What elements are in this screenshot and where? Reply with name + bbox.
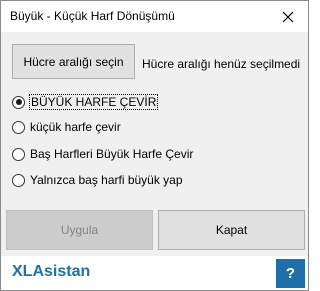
window-close-button[interactable] [268, 1, 308, 32]
option-uppercase-label: BÜYÜK HARFE ÇEVİR [28, 94, 159, 110]
range-status-text: Hücre aralığı henüz seçilmedi [142, 57, 301, 71]
radio-uppercase[interactable] [12, 95, 25, 109]
radio-title-case[interactable] [12, 147, 25, 161]
help-button[interactable]: ? [276, 259, 305, 288]
close-icon [282, 11, 294, 22]
radio-lowercase[interactable] [12, 120, 25, 134]
option-lowercase[interactable]: küçük harfe çevir [12, 120, 121, 134]
window-title: Büyük - Küçük Harf Dönüşümü [10, 9, 175, 23]
option-uppercase[interactable]: BÜYÜK HARFE ÇEVİR [12, 94, 159, 110]
option-sentence-case-label: Yalnızca baş harfi büyük yap [30, 173, 183, 187]
select-range-button[interactable]: Hücre aralığı seçin [12, 44, 135, 79]
apply-button[interactable]: Uygula [6, 210, 153, 250]
radio-sentence-case[interactable] [12, 173, 25, 187]
option-title-case[interactable]: Baş Harfleri Büyük Harfe Çevir [12, 147, 193, 161]
option-title-case-label: Baş Harfleri Büyük Harfe Çevir [30, 147, 194, 161]
help-icon: ? [285, 265, 296, 282]
brand-logo-text: XLAsistan [12, 263, 91, 280]
dialog-window: Büyük - Küçük Harf Dönüşümü Hücre aralığ… [0, 0, 309, 291]
footer-bar: XLAsistan ? [1, 256, 308, 290]
option-sentence-case[interactable]: Yalnızca baş harfi büyük yap [12, 173, 183, 187]
close-button[interactable]: Kapat [158, 210, 305, 250]
title-bar: Büyük - Küçük Harf Dönüşümü [1, 1, 308, 32]
option-lowercase-label: küçük harfe çevir [30, 120, 121, 134]
